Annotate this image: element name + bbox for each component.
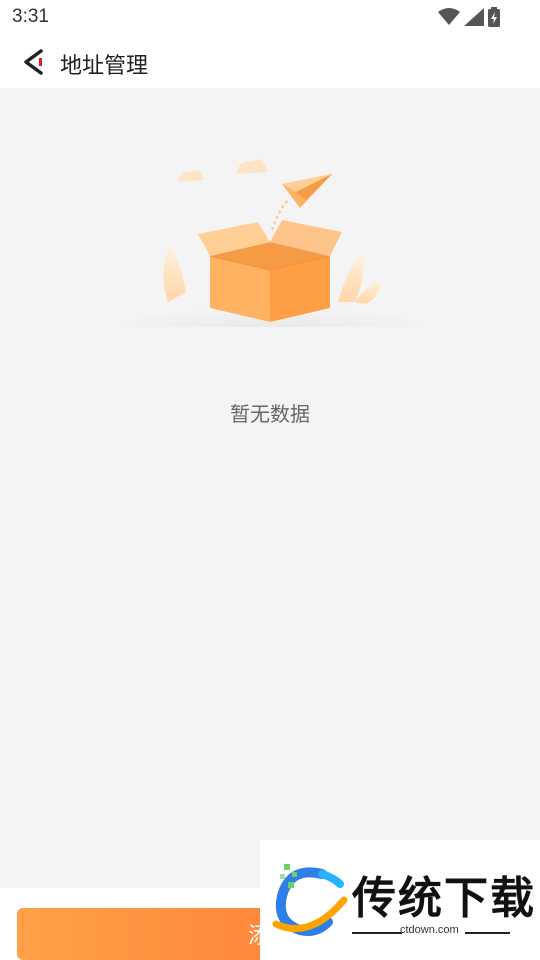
site-watermark: 传统下载 ctdown.com	[260, 840, 540, 960]
ctdown-logo-icon	[272, 864, 348, 936]
signal-icon	[464, 8, 484, 26]
watermark-divider-left	[352, 932, 402, 934]
wifi-icon	[438, 8, 460, 25]
main-content: 暂无数据	[0, 88, 540, 888]
watermark-title: 传统下载	[352, 873, 536, 924]
page-title: 地址管理	[60, 54, 149, 79]
status-icons	[438, 7, 500, 27]
back-button[interactable]	[14, 44, 54, 80]
header: 地址管理	[0, 36, 540, 88]
watermark-url: ctdown.com	[400, 924, 459, 936]
back-arrow-icon	[24, 49, 43, 75]
watermark-divider-right	[465, 932, 510, 934]
status-bar: 3:31	[0, 0, 540, 36]
status-time: 3:31	[12, 6, 49, 27]
empty-state-message: 暂无数据	[230, 402, 310, 426]
battery-charging-icon	[488, 7, 500, 27]
empty-box-illustration	[115, 159, 425, 327]
